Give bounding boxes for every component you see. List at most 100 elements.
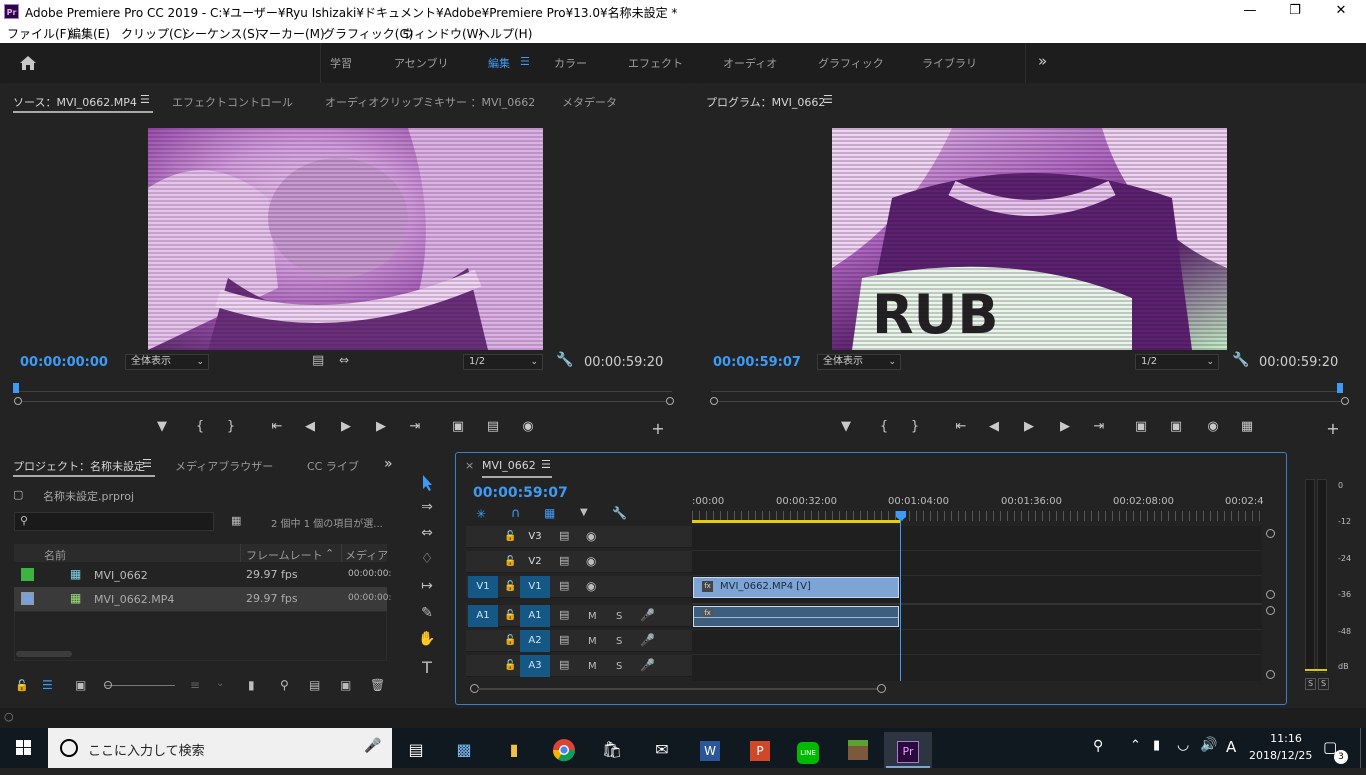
track-target-v2[interactable]: V2 xyxy=(520,551,550,573)
program-panel-menu-icon[interactable]: ☰ xyxy=(823,93,833,106)
scroll-handle-icon[interactable] xyxy=(1266,670,1275,679)
tab-media-browser[interactable]: メディアブラウザー xyxy=(175,458,273,474)
mark-out-icon[interactable]: } xyxy=(222,419,240,434)
chevron-up-icon[interactable]: ⌃ xyxy=(1130,738,1141,753)
taskbar-search-box[interactable]: ここに入力して検索 🎤 xyxy=(48,728,392,768)
windows-start-icon[interactable] xyxy=(0,728,48,768)
step-forward-icon[interactable]: ▶ xyxy=(372,419,390,434)
comparison-view-icon[interactable]: ▦ xyxy=(1238,419,1256,434)
mark-in-icon[interactable]: { xyxy=(191,419,209,434)
menu-clip[interactable]: クリップ(C) xyxy=(121,25,187,42)
wrench-icon[interactable]: 🔧 xyxy=(556,352,573,368)
eye-icon[interactable]: ◉ xyxy=(586,529,596,543)
razor-tool-icon[interactable]: ♢ xyxy=(416,551,438,567)
linked-selection-icon[interactable]: ▦ xyxy=(544,506,555,520)
add-marker-icon[interactable]: ▼ xyxy=(153,419,171,434)
chrome-icon[interactable] xyxy=(540,732,588,768)
scroll-handle-icon[interactable] xyxy=(1266,529,1275,538)
lock-icon[interactable]: 🔓 xyxy=(504,531,516,542)
volume-icon[interactable]: 🔊 xyxy=(1200,737,1217,753)
home-icon[interactable] xyxy=(18,54,38,72)
step-back-icon[interactable]: ◀ xyxy=(985,419,1003,434)
lock-icon[interactable]: 🔓 xyxy=(504,635,516,646)
sync-status-icon[interactable]: ○ xyxy=(4,710,14,723)
sync-lock-icon[interactable]: ▤ xyxy=(559,579,569,592)
label-color-swatch[interactable] xyxy=(21,568,34,581)
audio-clip[interactable]: fx xyxy=(693,606,899,627)
track-target-a3[interactable]: A3 xyxy=(520,655,550,677)
program-zoom-select[interactable]: 全体表示 ⌄ xyxy=(817,354,901,370)
step-back-icon[interactable]: ◀ xyxy=(301,419,319,434)
powerpoint-icon[interactable]: P xyxy=(736,732,784,768)
work-area-bar[interactable] xyxy=(692,520,900,523)
wrench-icon[interactable]: 🔧 xyxy=(612,506,627,520)
source-panel-menu-icon[interactable]: ☰ xyxy=(140,93,150,106)
close-tab-icon[interactable]: × xyxy=(465,459,474,472)
meter-solo-right[interactable]: S xyxy=(1318,678,1329,690)
track-target-v3[interactable]: V3 xyxy=(520,526,550,548)
lock-icon[interactable]: 🔓 xyxy=(504,556,516,567)
word-icon[interactable]: W xyxy=(686,732,734,768)
mark-out-icon[interactable]: } xyxy=(906,419,924,434)
premiere-taskbar-icon[interactable]: Pr xyxy=(884,732,932,768)
microphone-icon[interactable]: 🎤 xyxy=(640,633,655,647)
scroll-handle-icon[interactable] xyxy=(1266,606,1275,615)
step-forward-icon[interactable]: ▶ xyxy=(1056,419,1074,434)
lock-icon[interactable]: 🔓 xyxy=(504,660,516,671)
selection-tool-icon[interactable] xyxy=(416,471,438,493)
track-target-a2[interactable]: A2 xyxy=(520,630,550,652)
ripple-edit-tool-icon[interactable]: ⇔ xyxy=(416,525,438,541)
minecraft-icon[interactable] xyxy=(834,732,882,768)
show-desktop-button[interactable] xyxy=(1360,728,1366,768)
zoom-slider[interactable] xyxy=(105,685,175,686)
lock-icon[interactable]: 🔓 xyxy=(504,581,516,592)
workspace-menu-icon[interactable]: ☰ xyxy=(520,55,530,68)
people-icon[interactable]: ⚲ xyxy=(1093,738,1103,754)
trash-icon[interactable]: 🗑 xyxy=(370,678,385,692)
project-row[interactable]: ▦ MVI_0662 29.97 fps 00:00:00: xyxy=(14,563,391,587)
menu-window[interactable]: ウィンドウ(W) xyxy=(402,25,483,42)
camera-icon[interactable]: ◉ xyxy=(1204,419,1222,434)
extract-icon[interactable]: ▣ xyxy=(1167,419,1185,434)
menu-file[interactable]: ファイル(F) xyxy=(7,25,71,42)
eye-icon[interactable]: ◉ xyxy=(586,579,596,593)
button-editor-plus-icon[interactable]: + xyxy=(1324,419,1342,438)
sync-lock-icon[interactable]: ▤ xyxy=(559,633,569,646)
mark-in-icon[interactable]: { xyxy=(875,419,893,434)
program-video-frame[interactable]: RUB xyxy=(832,128,1227,350)
menu-edit[interactable]: 編集(E) xyxy=(69,25,110,42)
lock-icon[interactable]: 🔓 xyxy=(15,679,29,692)
sync-lock-icon[interactable]: ▤ xyxy=(559,658,569,671)
sync-lock-icon[interactable]: ▤ xyxy=(559,554,569,567)
slip-tool-icon[interactable]: ↦ xyxy=(416,578,438,594)
column-frame-rate[interactable]: フレームレート xyxy=(246,547,323,563)
find-icon[interactable]: ⚲ xyxy=(280,678,289,692)
zoom-handle-right[interactable] xyxy=(1341,397,1349,405)
source-zoom-select[interactable]: 全体表示 ⌄ xyxy=(125,354,209,370)
new-bin-icon[interactable]: ▤ xyxy=(309,678,320,692)
eye-icon[interactable]: ◉ xyxy=(586,554,596,568)
project-search-input[interactable]: ⚲ xyxy=(14,512,214,531)
lock-icon[interactable]: 🔓 xyxy=(504,610,516,621)
workspace-learning[interactable]: 学習 xyxy=(330,55,352,71)
tab-sequence[interactable]: MVI_0662 xyxy=(482,459,536,472)
workspace-color[interactable]: カラー xyxy=(554,55,587,71)
column-media[interactable]: メディア xyxy=(345,547,388,563)
icon-view-icon[interactable]: ▣ xyxy=(75,678,86,692)
track-target-a1[interactable]: A1 xyxy=(520,605,550,627)
go-to-out-icon[interactable]: ⇥ xyxy=(406,419,424,434)
source-resolution-select[interactable]: 1/2 ⌄ xyxy=(463,354,543,370)
chevron-down-icon[interactable]: ⌄ xyxy=(216,678,224,689)
column-name[interactable]: 名前 xyxy=(44,547,66,563)
tab-audio-clip-mixer[interactable]: オーディオクリップミキサー ：MVI_0662 xyxy=(325,94,535,110)
mail-icon[interactable]: ✉ xyxy=(638,732,686,768)
tab-program[interactable]: プログラム：MVI_0662 xyxy=(706,94,825,110)
hand-tool-icon[interactable]: ✋ xyxy=(416,631,438,647)
mute-button[interactable]: M xyxy=(588,661,597,672)
more-workspaces-icon[interactable]: » xyxy=(1038,52,1047,70)
mute-button[interactable]: M xyxy=(588,636,597,647)
workspace-assembly[interactable]: アセンブリ xyxy=(394,55,448,71)
solo-button[interactable]: S xyxy=(616,611,622,622)
pen-tool-icon[interactable]: ✎ xyxy=(416,605,438,621)
sync-lock-icon[interactable]: ▤ xyxy=(559,529,569,542)
